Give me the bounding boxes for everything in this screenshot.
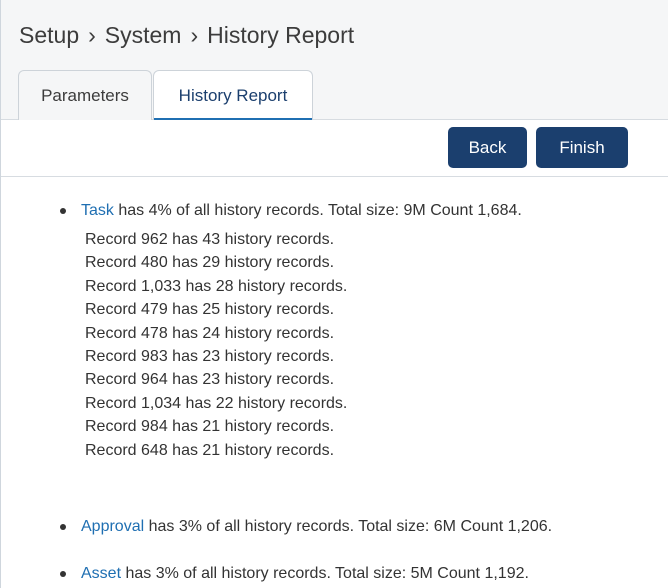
list-item: Record 648 has 21 history records.	[85, 441, 335, 459]
entry-summary-text: has 3% of all history records. Total siz…	[148, 518, 553, 535]
record-list: Record 962 has 43 history records. Recor…	[85, 228, 347, 462]
entry-summary: Task has 4% of all history records. Tota…	[81, 199, 522, 223]
list-item: Record 478 has 24 history records.	[85, 324, 335, 342]
finish-button[interactable]: Finish	[536, 127, 628, 168]
action-toolbar: Back Finish	[1, 120, 668, 177]
breadcrumb-setup[interactable]: Setup	[19, 22, 79, 48]
history-report-page: Setup › System › History Report Parameters H…	[0, 0, 668, 588]
entry-link-task[interactable]: Task	[81, 202, 114, 219]
back-button[interactable]: Back	[448, 127, 527, 168]
entry-summary-text: has 4% of all history records. Total siz…	[118, 202, 522, 219]
entry-summary: Asset has 3% of all history records. Tot…	[81, 562, 529, 586]
list-item: Record 1,034 has 22 history records.	[85, 394, 348, 412]
breadcrumb: Setup › System › History Report	[19, 22, 354, 49]
entry-summary: Approval has 3% of all history records. …	[81, 515, 552, 539]
bullet-icon	[60, 524, 66, 530]
page-header: Setup › System › History Report Parameters H…	[1, 0, 668, 121]
breadcrumb-system[interactable]: System	[105, 22, 182, 48]
list-item: Record 1,033 has 28 history records.	[85, 277, 348, 295]
tab-parameters[interactable]: Parameters	[18, 70, 152, 120]
breadcrumb-separator-icon: ›	[190, 22, 199, 48]
entry-link-approval[interactable]: Approval	[81, 518, 144, 535]
entry-summary-text: has 3% of all history records. Total siz…	[125, 565, 529, 582]
breadcrumb-history-report: History Report	[207, 22, 355, 48]
bullet-icon	[60, 208, 66, 214]
entry-link-asset[interactable]: Asset	[81, 565, 121, 582]
list-item: Record 983 has 23 history records.	[85, 348, 335, 366]
bullet-icon	[60, 571, 66, 577]
list-item: Record 984 has 21 history records.	[85, 418, 335, 436]
list-item: Record 962 has 43 history records.	[85, 231, 335, 248]
list-item: Record 964 has 23 history records.	[85, 371, 335, 389]
tab-history-report[interactable]: History Report	[153, 70, 313, 121]
list-item: Record 480 has 29 history records.	[85, 254, 335, 272]
breadcrumb-separator-icon: ›	[88, 22, 96, 48]
list-item: Record 479 has 25 history records.	[85, 301, 335, 319]
